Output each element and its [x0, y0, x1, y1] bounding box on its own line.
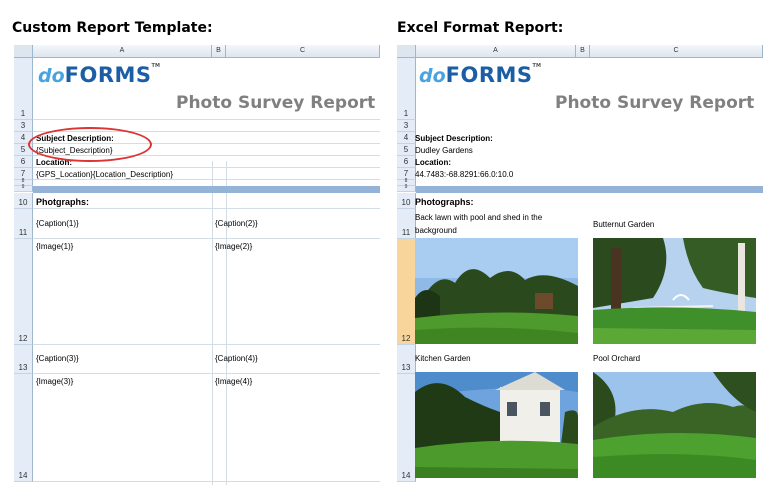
location-value: 44.7483:-68.8291:66.0:10.0 — [415, 170, 514, 179]
image-3-placeholder: {Image(3)} — [36, 377, 74, 386]
subject-value: Dudley Gardens — [415, 146, 473, 155]
excel-report-spreadsheet: A B C 1 doFORMSTM Photo Survey Report 3 … — [397, 45, 763, 485]
row-header-11[interactable]: 11 — [397, 209, 416, 239]
photo-back-lawn — [415, 238, 578, 344]
caption-1-line-2: background — [415, 226, 457, 235]
row-header-1[interactable]: 1 — [397, 58, 416, 120]
caption-3-placeholder: {Caption(3)} — [36, 354, 79, 363]
report-title: Photo Survey Report — [555, 93, 755, 113]
photo-pool-orchard — [593, 372, 756, 478]
row-header-10[interactable]: 10 — [397, 193, 416, 209]
row-header-10[interactable]: 10 — [14, 193, 33, 209]
doforms-logo: doFORMSTM — [38, 63, 160, 87]
template-spreadsheet: A B C 1 doFORMSTM Photo Survey Report 3 … — [14, 45, 380, 485]
column-header-c[interactable]: C — [226, 45, 380, 58]
image-2-placeholder: {Image(2)} — [215, 242, 253, 251]
header-separator-bar — [33, 186, 380, 193]
caption-3: Kitchen Garden — [415, 354, 471, 363]
row-header-9[interactable]: 9 — [14, 184, 33, 192]
location-label: Location: — [415, 158, 451, 167]
row-header-5[interactable]: 5 — [397, 144, 416, 156]
image-4-placeholder: {Image(4)} — [215, 377, 253, 386]
row-header-6[interactable]: 6 — [14, 156, 33, 168]
row-header-14[interactable]: 14 — [14, 374, 33, 482]
row-header-12[interactable]: 12 — [14, 239, 33, 345]
caption-4: Pool Orchard — [593, 354, 641, 363]
row-header-12[interactable]: 12 — [397, 239, 416, 345]
column-header-b[interactable]: B — [212, 45, 226, 58]
caption-2-placeholder: {Caption(2)} — [215, 219, 258, 228]
location-value: {GPS_Location}{Location_Description} — [36, 170, 173, 179]
column-header-c[interactable]: C — [590, 45, 763, 58]
photographs-label: Photgraphs: — [36, 197, 89, 207]
caption-4-placeholder: {Caption(4)} — [215, 354, 258, 363]
column-header-b[interactable]: B — [576, 45, 590, 58]
image-1-placeholder: {Image(1)} — [36, 242, 74, 251]
photo-kitchen-garden — [415, 372, 578, 478]
row-header-3[interactable]: 3 — [397, 120, 416, 132]
row-header-13[interactable]: 13 — [397, 345, 416, 374]
row-header-14[interactable]: 14 — [397, 374, 416, 482]
select-all-corner[interactable] — [14, 45, 33, 58]
row-header-9[interactable]: 9 — [397, 184, 416, 192]
column-header-a[interactable]: A — [416, 45, 576, 58]
column-header-a[interactable]: A — [33, 45, 212, 58]
left-heading: Custom Report Template: — [12, 20, 213, 36]
row-header-13[interactable]: 13 — [14, 345, 33, 374]
row-header-3[interactable]: 3 — [14, 120, 33, 132]
header-separator-bar — [416, 186, 763, 193]
caption-1-placeholder: {Caption(1)} — [36, 219, 79, 228]
report-title: Photo Survey Report — [176, 93, 376, 113]
highlight-oval — [28, 127, 152, 162]
photo-butternut-garden — [593, 238, 756, 344]
row-header-11[interactable]: 11 — [14, 209, 33, 239]
row-header-4[interactable]: 4 — [397, 132, 416, 144]
caption-1-line-1: Back lawn with pool and shed in the — [415, 213, 543, 222]
doforms-logo: doFORMSTM — [419, 63, 541, 87]
row-header-6[interactable]: 6 — [397, 156, 416, 168]
subject-label: Subject Description: — [415, 134, 493, 143]
row-header-1[interactable]: 1 — [14, 58, 33, 120]
right-heading: Excel Format Report: — [397, 20, 564, 36]
caption-2: Butternut Garden — [593, 220, 655, 229]
photographs-label: Photographs: — [415, 197, 474, 207]
select-all-corner[interactable] — [397, 45, 416, 58]
